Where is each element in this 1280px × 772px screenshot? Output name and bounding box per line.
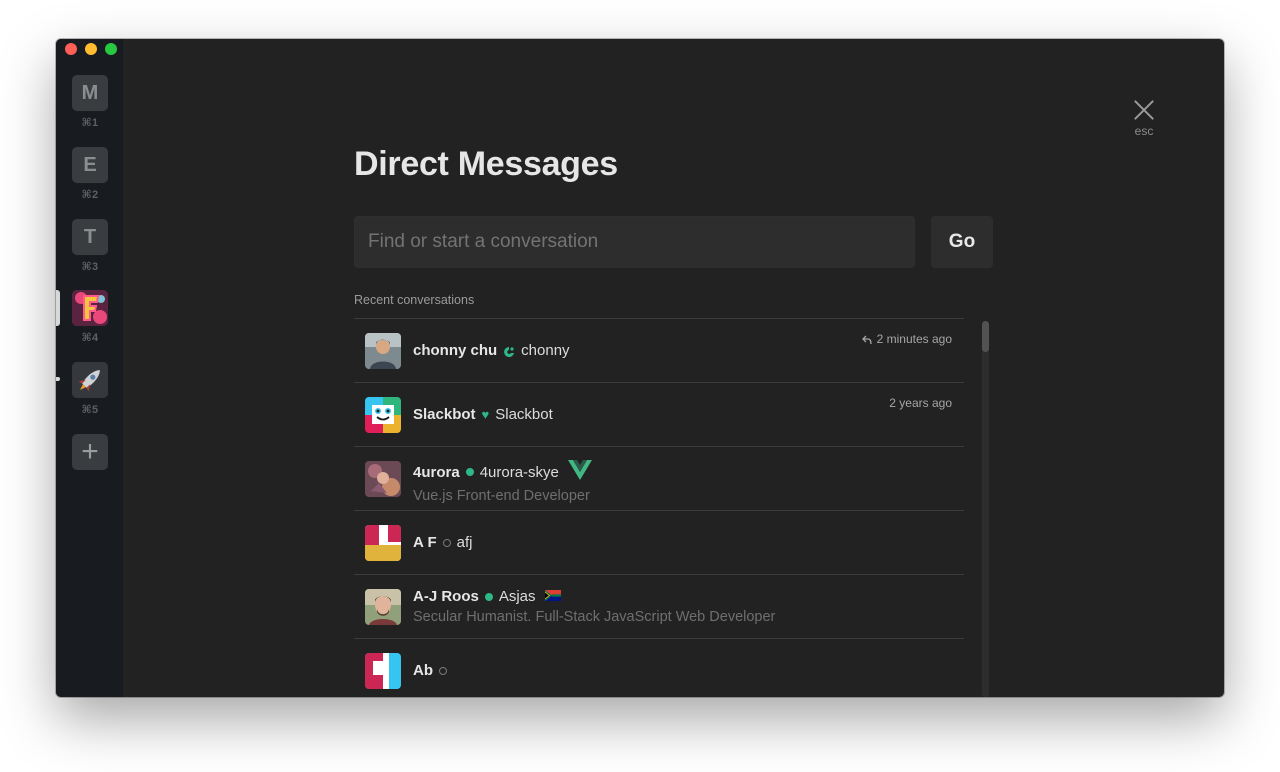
go-button[interactable]: Go bbox=[931, 216, 993, 268]
conversation-subtitle: Vue.js Front-end Developer bbox=[413, 488, 590, 504]
zoom-window-button[interactable] bbox=[105, 43, 117, 55]
team-item-m[interactable]: M ⌘1 bbox=[72, 75, 108, 129]
away-status-dot bbox=[442, 538, 451, 547]
conversation-text: A-J Roos Asjas Secular Humanist. Full-St… bbox=[413, 588, 775, 625]
username: Slackbot bbox=[495, 406, 553, 423]
display-name: chonny chu bbox=[413, 342, 498, 359]
window-controls bbox=[65, 43, 117, 55]
display-name: 4urora bbox=[413, 463, 460, 481]
username: 4urora-skye bbox=[479, 463, 559, 481]
search-row: Go bbox=[354, 216, 993, 268]
avatar bbox=[365, 653, 401, 689]
team-item-e[interactable]: E ⌘2 bbox=[72, 147, 108, 201]
section-label: Recent conversations bbox=[354, 293, 475, 307]
conversation-row[interactable]: A F afj bbox=[354, 510, 964, 574]
add-team-button[interactable]: + bbox=[72, 434, 108, 470]
reply-arrow-icon bbox=[861, 334, 872, 345]
timestamp: 2 years ago bbox=[889, 396, 952, 410]
colorful-f-logo-icon bbox=[72, 290, 108, 326]
display-name: A F bbox=[413, 534, 437, 551]
team-t-tile: T bbox=[72, 219, 108, 255]
conversation-text: A F afj bbox=[413, 534, 472, 551]
display-name: Slackbot bbox=[413, 406, 476, 423]
avatar bbox=[365, 525, 401, 561]
conversation-subtitle: Secular Humanist. Full-Stack JavaScript … bbox=[413, 609, 776, 625]
conversation-text: chonny chu chonny bbox=[413, 342, 570, 359]
vue-logo-icon bbox=[567, 460, 592, 484]
unread-team-indicator bbox=[56, 377, 60, 381]
conversation-row[interactable]: A-J Roos Asjas Secular Humanist. Full-St… bbox=[354, 574, 964, 638]
conversation-text: 4urora 4urora-skye Vue.js Front-end Deve… bbox=[413, 460, 592, 504]
team-shortcut: ⌘4 bbox=[81, 332, 99, 344]
conversation-row[interactable]: 4urora 4urora-skye Vue.js Front-end Deve… bbox=[354, 446, 964, 510]
timestamp-text: 2 years ago bbox=[889, 396, 952, 410]
username: chonny bbox=[521, 342, 570, 359]
avatar bbox=[365, 589, 401, 625]
team-e-tile: E bbox=[72, 147, 108, 183]
heart-icon: ♥ bbox=[481, 407, 490, 422]
team-shortcut: ⌘1 bbox=[81, 117, 99, 129]
rocket-icon bbox=[72, 362, 108, 398]
team-switcher: M ⌘1 E ⌘2 T ⌘3 ⌘4 ⌘5 + bbox=[56, 39, 123, 697]
team-item-t[interactable]: T ⌘3 bbox=[72, 219, 108, 273]
minimize-window-button[interactable] bbox=[85, 43, 97, 55]
display-name: Ab bbox=[413, 662, 433, 679]
username: afj bbox=[456, 534, 473, 551]
team-m-tile: M bbox=[72, 75, 108, 111]
close-button[interactable]: esc bbox=[1130, 99, 1158, 138]
team-item-4[interactable]: ⌘4 bbox=[72, 290, 108, 344]
close-icon bbox=[1133, 99, 1155, 121]
display-name: A-J Roos bbox=[413, 588, 479, 605]
conversation-text: Slackbot ♥ Slackbot bbox=[413, 406, 553, 423]
team-shortcut: ⌘2 bbox=[81, 189, 99, 201]
timestamp-text: 2 minutes ago bbox=[876, 332, 952, 346]
conversation-list: chonny chu chonny 2 minutes ago Slackbot… bbox=[354, 318, 964, 697]
avatar bbox=[365, 461, 401, 497]
timestamp: 2 minutes ago bbox=[861, 332, 952, 346]
page-title: Direct Messages bbox=[354, 145, 618, 183]
team-shortcut: ⌘3 bbox=[81, 261, 99, 273]
team-item-5[interactable]: ⌘5 bbox=[72, 362, 108, 416]
slackbot-avatar bbox=[365, 397, 401, 433]
scrollbar[interactable] bbox=[982, 321, 989, 697]
search-input[interactable] bbox=[354, 216, 915, 268]
avatar bbox=[365, 333, 401, 369]
scrollbar-thumb[interactable] bbox=[982, 321, 989, 352]
close-window-button[interactable] bbox=[65, 43, 77, 55]
conversation-row[interactable]: Ab bbox=[354, 638, 964, 697]
active-team-indicator bbox=[56, 290, 60, 326]
app-window: M ⌘1 E ⌘2 T ⌘3 ⌘4 ⌘5 + esc Direct Messag… bbox=[56, 39, 1224, 697]
custom-status-emoji-icon bbox=[503, 345, 515, 357]
team-shortcut: ⌘5 bbox=[81, 404, 99, 416]
conversation-row[interactable]: Slackbot ♥ Slackbot 2 years ago bbox=[354, 382, 964, 446]
username: Asjas bbox=[498, 588, 536, 605]
away-status-dot bbox=[439, 666, 447, 675]
active-status-dot bbox=[484, 592, 493, 601]
active-status-dot bbox=[465, 468, 474, 476]
conversation-text: Ab bbox=[413, 662, 453, 679]
south-africa-flag-icon bbox=[544, 588, 561, 605]
close-shortcut-label: esc bbox=[1134, 124, 1154, 138]
conversation-row[interactable]: chonny chu chonny 2 minutes ago bbox=[354, 318, 964, 382]
